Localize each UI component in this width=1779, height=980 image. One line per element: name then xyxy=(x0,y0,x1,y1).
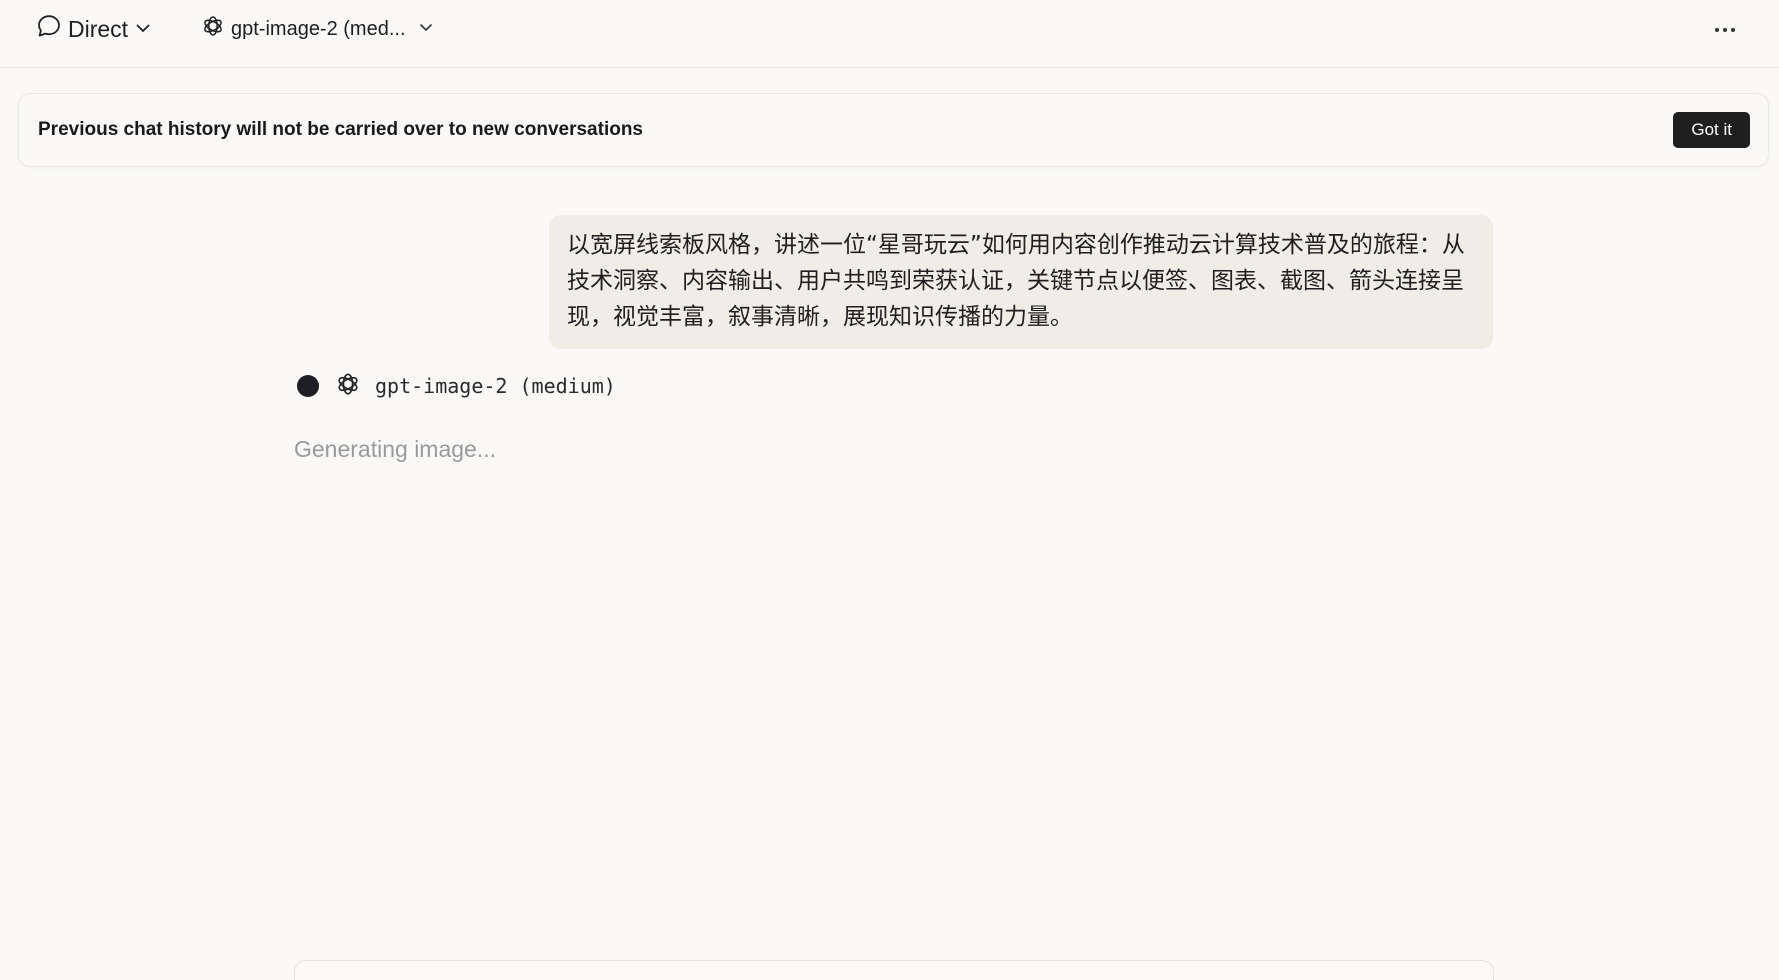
openai-logo-icon xyxy=(335,371,361,402)
model-selector[interactable]: gpt-image-2 (med... xyxy=(201,16,434,42)
chevron-down-icon xyxy=(418,18,434,41)
more-horizontal-icon xyxy=(1714,20,1736,38)
mode-label: Direct xyxy=(68,15,129,42)
chevron-down-icon xyxy=(134,16,152,43)
history-notice-banner: Previous chat history will not be carrie… xyxy=(18,93,1769,167)
chat-bubble-icon xyxy=(36,13,62,45)
got-it-button[interactable]: Got it xyxy=(1673,112,1750,148)
model-label: gpt-image-2 (med... xyxy=(231,17,406,40)
openai-logo-icon xyxy=(201,14,225,44)
more-options-button[interactable] xyxy=(1711,16,1739,42)
user-message: 以宽屏线索板风格，讲述一位“星哥玩云”如何用内容创作推动云计算技术普及的旅程：从… xyxy=(549,215,1493,349)
generating-status: Generating image... xyxy=(294,436,497,462)
status-dot xyxy=(297,375,319,397)
assistant-model-name: gpt-image-2 (medium) xyxy=(375,374,616,398)
message-composer[interactable] xyxy=(294,960,1494,980)
top-bar: Direct gpt-image-2 (med... xyxy=(0,0,1779,68)
assistant-header: gpt-image-2 (medium) xyxy=(297,372,616,400)
notice-text: Previous chat history will not be carrie… xyxy=(38,119,644,140)
mode-selector[interactable]: Direct xyxy=(36,13,152,45)
